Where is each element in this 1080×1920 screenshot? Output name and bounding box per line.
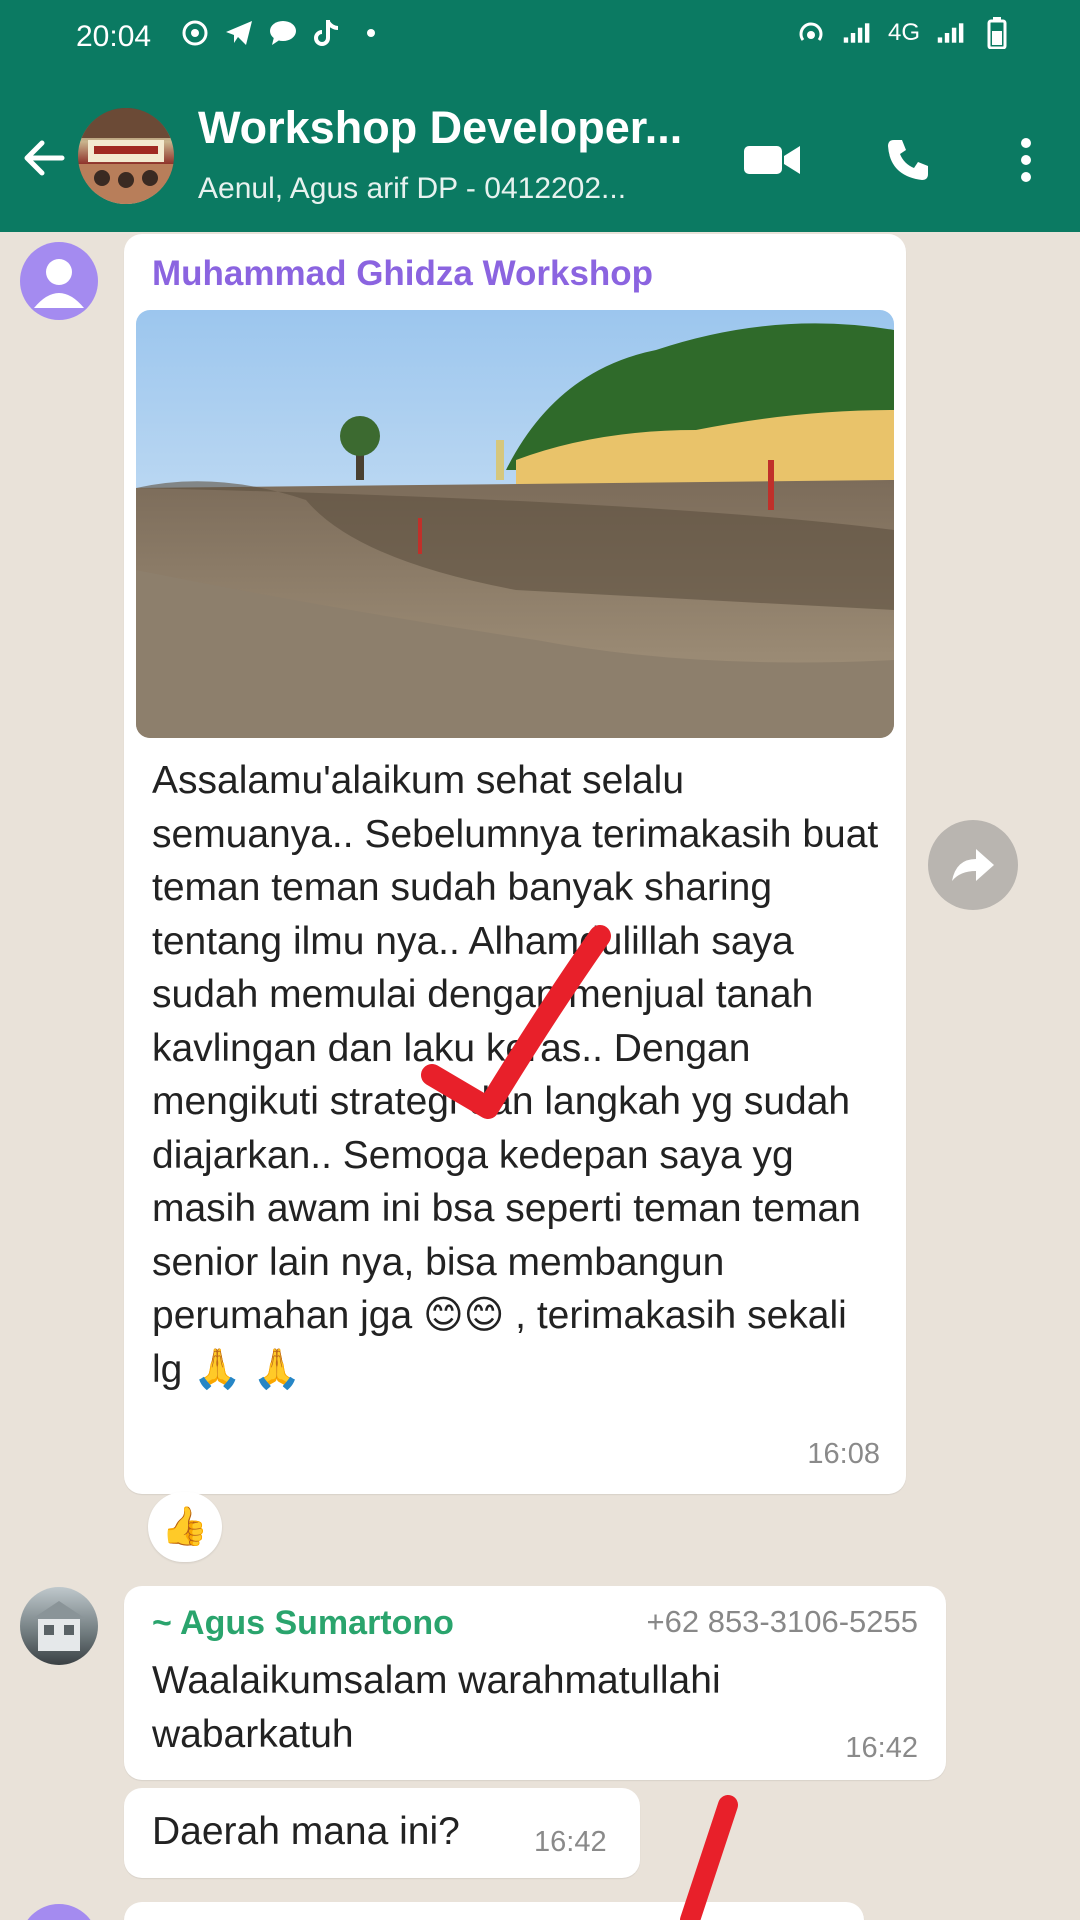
group-title[interactable]: Workshop Developer... xyxy=(198,102,682,154)
hotspot-icon xyxy=(796,18,826,48)
network-type: 4G xyxy=(887,19,920,46)
group-members[interactable]: Aenul, Agus arif DP - 0412202... xyxy=(198,172,626,206)
reaction-badge[interactable]: 👍 xyxy=(148,1492,222,1562)
group-avatar[interactable] xyxy=(78,108,174,204)
avatar[interactable] xyxy=(20,242,98,320)
forward-icon[interactable] xyxy=(928,820,1018,910)
voice-call-icon[interactable] xyxy=(878,130,938,190)
notification-icons xyxy=(180,18,386,48)
battery-icon xyxy=(982,17,1012,49)
message-bubble[interactable]: Daerah mana ini? 16:42 xyxy=(124,1788,640,1878)
chat-bubble-icon xyxy=(268,18,298,48)
signal-icon xyxy=(842,18,872,48)
message-time: 16:42 xyxy=(534,1826,607,1858)
message-bubble[interactable]: Muhammad Ghidza Workshop Assalamu'alaiku… xyxy=(124,234,906,1494)
video-call-icon[interactable] xyxy=(742,130,802,190)
signal-icon-2 xyxy=(936,18,966,48)
tiktok-icon xyxy=(312,18,342,48)
message-bubble[interactable]: ~ Agus Sumartono +62 853-3106-5255 Waala… xyxy=(124,1586,946,1780)
avatar[interactable] xyxy=(20,1587,98,1665)
status-time: 20:04 xyxy=(76,20,152,53)
message-text: Assalamu'alaikum sehat selalu semuanya..… xyxy=(152,759,879,1391)
status-bar: 20:04 4G xyxy=(0,0,1080,80)
more-options-icon[interactable] xyxy=(996,130,1056,190)
message-text: Waalaikumsalam warahmatullahi wabarkatuh xyxy=(152,1659,721,1756)
avatar[interactable] xyxy=(20,1904,98,1920)
message-time: 16:08 xyxy=(807,1438,880,1470)
telegram-icon xyxy=(224,18,254,48)
whatsapp-icon xyxy=(180,18,210,48)
message-text: Daerah mana ini? xyxy=(152,1810,460,1853)
sender-name[interactable]: ~ Agus Sumartono xyxy=(152,1604,454,1643)
chat-header: Workshop Developer... Aenul, Agus arif D… xyxy=(0,80,1080,232)
dot-icon xyxy=(356,18,386,48)
system-icons: 4G xyxy=(796,17,1012,49)
sender-name[interactable]: Muhammad Ghidza Workshop xyxy=(152,254,653,294)
message-photo[interactable] xyxy=(136,310,894,738)
back-arrow-icon[interactable] xyxy=(14,128,74,188)
chat-area[interactable]: Muhammad Ghidza Workshop Assalamu'alaiku… xyxy=(0,232,1080,1920)
message-time: 16:42 xyxy=(845,1732,918,1764)
sender-phone: +62 853-3106-5255 xyxy=(646,1604,919,1639)
message-bubble[interactable] xyxy=(124,1902,864,1920)
